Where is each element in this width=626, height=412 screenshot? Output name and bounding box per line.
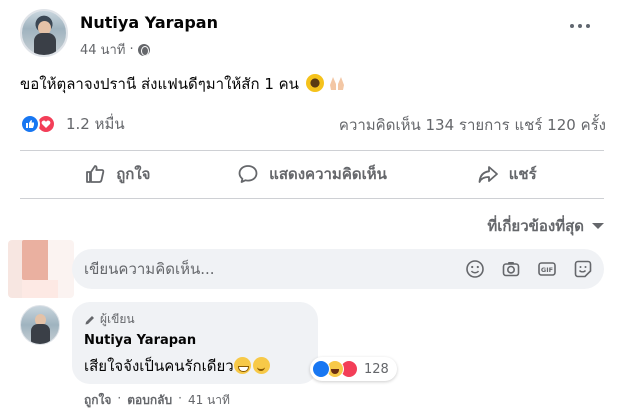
- emoji-icon[interactable]: [464, 258, 486, 280]
- reaction-count: 1.2 หมื่น: [66, 115, 125, 133]
- comment-composer[interactable]: GIF: [72, 249, 604, 289]
- post-time[interactable]: 44 นาที: [80, 39, 125, 60]
- post-stats: ความคิดเห็น 134 รายการ แชร์ 120 ครั้ง: [339, 113, 606, 137]
- praying-hands-icon: [330, 77, 345, 90]
- comment-actions: ถูกใจ · ตอบกลับ · 41 นาที: [84, 391, 230, 410]
- caret-down-icon: [592, 223, 604, 229]
- comment-reply-link[interactable]: ตอบกลับ: [127, 391, 172, 410]
- smiling-face-icon: [252, 357, 270, 374]
- pencil-icon: [85, 315, 94, 324]
- post-card: Nutiya Yarapan 44 นาที · ขอให้ตุลาจงปราน…: [0, 0, 626, 412]
- grinning-face-icon: [233, 357, 251, 374]
- like-button[interactable]: ถูกใจ: [20, 151, 215, 197]
- comment-button[interactable]: แสดงความคิดเห็น: [215, 151, 410, 197]
- comment-bubble: ผู้เขียน Nutiya Yarapan เสียใจจังเป็นคนร…: [72, 302, 318, 384]
- commenter-avatar[interactable]: [20, 305, 60, 345]
- thumbs-up-icon: [86, 165, 105, 183]
- post-actions: ถูกใจ แสดงความคิดเห็น แชร์: [20, 151, 604, 197]
- comment-like-link[interactable]: ถูกใจ: [84, 391, 111, 410]
- comment-reaction-summary[interactable]: 128: [310, 357, 397, 381]
- composer-tools: GIF: [464, 258, 594, 280]
- share-button[interactable]: แชร์: [409, 151, 604, 197]
- comment-input[interactable]: [84, 249, 444, 289]
- divider: [20, 198, 604, 199]
- author-name[interactable]: Nutiya Yarapan: [80, 13, 218, 32]
- sticker-icon[interactable]: [572, 258, 594, 280]
- author-avatar[interactable]: [20, 9, 68, 57]
- comment-author[interactable]: Nutiya Yarapan: [84, 333, 196, 348]
- comment-text: เสียใจจังเป็นคนรักเดียว: [84, 354, 270, 378]
- post-meta: 44 นาที ·: [80, 39, 150, 60]
- reaction-summary[interactable]: 1.2 หมื่น: [20, 112, 125, 136]
- shares-count-link[interactable]: แชร์ 120 ครั้ง: [515, 116, 607, 134]
- camera-icon[interactable]: [500, 258, 522, 280]
- comments-count-link[interactable]: ความคิดเห็น 134 รายการ: [339, 116, 510, 134]
- comment-time[interactable]: 41 นาที: [188, 391, 230, 410]
- gif-icon[interactable]: GIF: [536, 258, 558, 280]
- globe-icon: [137, 43, 150, 56]
- post-text: ขอให้ตุลาจงปรานี ส่งแฟนดีๆมาให้สัก 1 คน: [20, 72, 346, 96]
- svg-text:GIF: GIF: [541, 266, 553, 274]
- comment-icon: [238, 165, 258, 183]
- sunflower-icon: [305, 74, 324, 92]
- like-reaction-icon: [20, 114, 40, 134]
- like-reaction-icon: [312, 360, 330, 378]
- author-badge: ผู้เขียน: [84, 310, 135, 329]
- share-arrow-icon: [478, 166, 498, 183]
- comment-sort-dropdown[interactable]: ที่เกี่ยวข้องที่สุด: [487, 214, 604, 238]
- comment-reaction-count: 128: [364, 361, 389, 377]
- current-user-avatar: [8, 240, 74, 298]
- more-options-icon[interactable]: [570, 24, 590, 28]
